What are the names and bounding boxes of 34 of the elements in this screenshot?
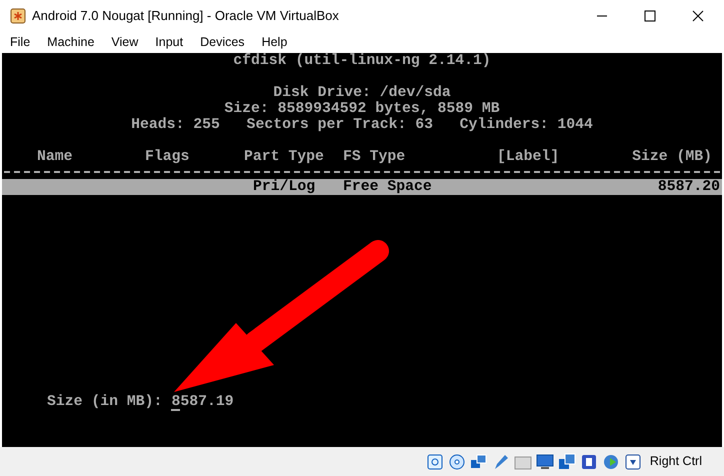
host-key-label: Right Ctrl (650, 453, 702, 470)
chip-icon[interactable] (580, 452, 598, 470)
column-header: Name (37, 149, 73, 165)
disk-info: Disk Drive: /dev/sda (273, 85, 451, 101)
partition-row[interactable]: Pri/Log Free Space 8587.20 (2, 179, 722, 195)
size-prompt: Size (in MB): (47, 394, 162, 410)
fs-type: Free Space (343, 179, 432, 195)
menu-item[interactable]: Devices (200, 32, 245, 52)
partition-size: 8587.20 (658, 179, 720, 195)
column-header: [Label] (497, 149, 560, 165)
menu-item[interactable]: View (111, 32, 138, 52)
globe-icon[interactable] (602, 452, 620, 470)
windows-icon[interactable] (558, 452, 576, 470)
maximize-icon[interactable] (644, 10, 656, 22)
window-title: Android 7.0 Nougat [Running] - Oracle VM VirtualBox (32, 6, 339, 25)
menu-item[interactable]: Input (155, 32, 184, 52)
display-icon[interactable] (536, 452, 554, 470)
arrow-down-icon[interactable] (624, 452, 642, 470)
column-header: Flags (145, 149, 190, 165)
close-icon[interactable] (692, 10, 704, 22)
column-header: Part Type (244, 149, 324, 165)
cd-icon[interactable] (448, 452, 466, 470)
disk-info: Heads: 255 Sectors per Track: 63 Cylinders: 1044 (131, 117, 593, 133)
program-title: cfdisk (util-linux-ng 2.14.1) (233, 53, 491, 69)
disk-info: Size: 8589934592 bytes, 8589 MB (224, 101, 500, 117)
menu-item[interactable]: File (10, 32, 30, 52)
column-header: Size (MB) (632, 149, 712, 165)
menu-item[interactable]: Machine (47, 32, 94, 52)
app-icon (10, 8, 26, 24)
size-input[interactable]: 8587.19 (171, 394, 234, 410)
menu-item[interactable]: Help (262, 32, 288, 52)
part-type: Pri/Log (253, 179, 316, 195)
network-icon[interactable] (470, 452, 488, 470)
column-header: FS Type (343, 149, 406, 165)
